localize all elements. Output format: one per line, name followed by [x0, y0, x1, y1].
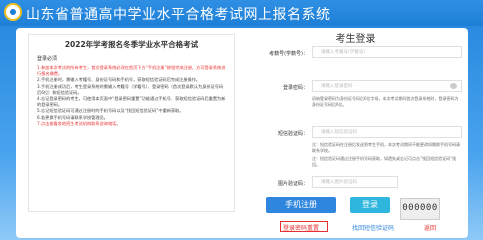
- sms-hint: 注：短信验证码在注册后发送到考生手机，本次考试期间不能更改如需换手机号码请联系学…: [312, 142, 460, 153]
- captcha-label: 图片验证码：: [277, 181, 308, 187]
- notice-item: 1.参加本次考试的所有考生，首次登录系统必须在首页下方“手机注册”按钮完成注册，…: [37, 65, 226, 77]
- captcha-image[interactable]: 000000: [400, 198, 440, 220]
- pwd-label: 登录密码：: [282, 85, 308, 91]
- notice-item[interactable]: 7.点击查看各地招生考试机构联系咨询电话。: [37, 121, 227, 127]
- notice-item: 3.手机注册成功后，考生登录系统时需输入考籍号（学籍号）、登录密码（首次登录默认…: [37, 83, 224, 95]
- eye-icon[interactable]: [450, 83, 457, 89]
- pwd-input[interactable]: 请输入登录密码: [312, 80, 462, 92]
- login-panel: 考生登录 考籍号(学籍号)： 请输入考籍号(学籍号) 登录密码： 请输入登录密码…: [248, 30, 463, 210]
- header-bar: 山东省普通高中学业水平合格考试网上报名系统: [0, 0, 483, 26]
- register-button[interactable]: 手机注册: [266, 197, 336, 213]
- notice-title: 2022年学考报名冬季学业水平合格考试: [64, 40, 199, 49]
- captcha-input[interactable]: 请输入图片验证码: [312, 176, 398, 188]
- find-sms-link[interactable]: 找回短信验证码: [352, 223, 394, 232]
- login-button[interactable]: 登录: [350, 197, 390, 213]
- notice-item: 4.忘记登录密码的考生，可使用本页面中“登录密码重置”功能通过手机号、获取短信验…: [37, 96, 226, 108]
- sms-label: 短信验证码：: [277, 131, 308, 137]
- logo-icon: [4, 3, 22, 21]
- login-title: 考生登录: [335, 34, 376, 45]
- pwd-hint: 初始登录密码为身份证号码后6位字母，本次考试期间首次登录系统时，登录密码为身份证…: [312, 96, 459, 107]
- notice-panel: 2022年学考报名冬季学业水平合格考试 登录必须 1.参加本次考试的所有考生，首…: [28, 34, 235, 212]
- id-label: 考籍号(学籍号)：: [269, 51, 308, 57]
- pwd-placeholder: 请输入登录密码: [321, 84, 353, 89]
- notice-body: 1.参加本次考试的所有考生，首次登录系统必须在首页下方“手机注册”按钮完成注册，…: [37, 65, 227, 127]
- back-link[interactable]: 返回: [424, 223, 436, 232]
- sms-hint-2: 注：短信验证码通过注册手机号码获取，如遗失或忘记可点击“找回短信验证码”找回。: [312, 156, 457, 167]
- site-title: 山东省普通高中学业水平合格考试网上报名系统: [26, 7, 331, 23]
- notice-heading: 登录必须: [37, 56, 58, 62]
- reset-password-link[interactable]: 登录密码重置: [283, 223, 319, 232]
- id-input[interactable]: 请输入考籍号(学籍号): [312, 46, 462, 58]
- notice-item: 2.手机注册时，需输入考籍号、身份证号码和手机号，获取短信验证码后完成注册操作。: [37, 77, 201, 83]
- sms-input[interactable]: 请输入短信验证码: [312, 126, 462, 138]
